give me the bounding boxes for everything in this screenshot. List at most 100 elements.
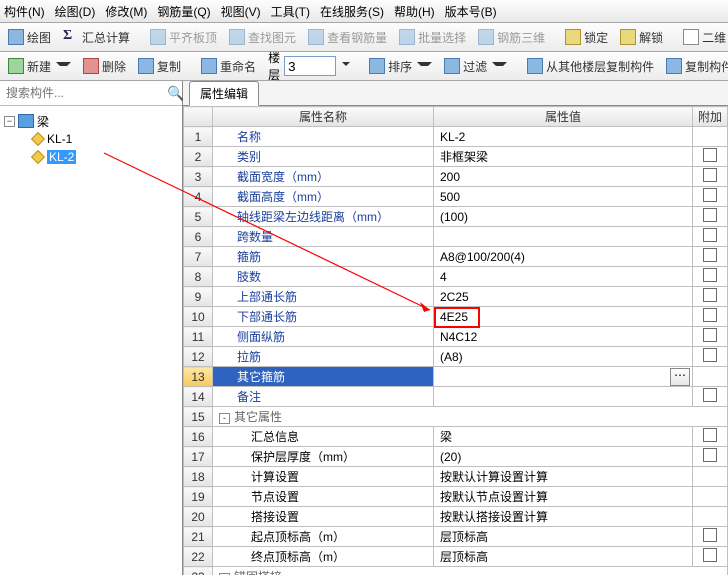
checkbox[interactable] xyxy=(703,388,717,402)
table-row[interactable]: 9上部通长筋2C25 xyxy=(184,287,728,307)
collapse-icon[interactable]: - xyxy=(219,413,230,424)
lock-button[interactable]: 锁定 xyxy=(561,27,612,48)
extra-cell[interactable] xyxy=(693,427,728,447)
floor-input[interactable] xyxy=(284,56,336,76)
row-number[interactable]: 20 xyxy=(184,507,213,527)
row-number[interactable]: 6 xyxy=(184,227,213,247)
header-rownum[interactable] xyxy=(184,107,213,127)
checkbox[interactable] xyxy=(703,308,717,322)
extra-cell[interactable] xyxy=(693,207,728,227)
property-name[interactable]: 汇总信息 xyxy=(213,427,434,447)
header-extra[interactable]: 附加 xyxy=(693,107,728,127)
tree-item-kl2[interactable]: KL-2 xyxy=(2,148,180,166)
checkbox[interactable] xyxy=(703,268,717,282)
property-value[interactable]: 层顶标高 xyxy=(434,527,693,547)
row-number[interactable]: 8 xyxy=(184,267,213,287)
property-value[interactable] xyxy=(434,227,693,247)
property-name[interactable]: 侧面纵筋 xyxy=(213,327,434,347)
property-value[interactable]: 层顶标高 xyxy=(434,547,693,567)
checkbox[interactable] xyxy=(703,148,717,162)
checkbox[interactable] xyxy=(703,428,717,442)
property-name[interactable]: 终点顶标高（m） xyxy=(213,547,434,567)
row-number[interactable]: 4 xyxy=(184,187,213,207)
property-grid[interactable]: 属性名称 属性值 附加 1名称KL-22类别非框架梁3截面宽度（mm）2004截… xyxy=(183,106,728,575)
property-name[interactable]: 名称 xyxy=(213,127,434,147)
property-name[interactable]: 保护层厚度（mm） xyxy=(213,447,434,467)
batch-select-button[interactable]: 批量选择 xyxy=(395,27,470,48)
checkbox[interactable] xyxy=(703,168,717,182)
extra-cell[interactable] xyxy=(693,287,728,307)
row-number[interactable]: 18 xyxy=(184,467,213,487)
extra-cell[interactable] xyxy=(693,267,728,287)
table-row[interactable]: 19节点设置按默认节点设置计算 xyxy=(184,487,728,507)
property-value[interactable]: 2C25 xyxy=(434,287,693,307)
extra-cell[interactable] xyxy=(693,227,728,247)
property-value[interactable]: 200 xyxy=(434,167,693,187)
property-value[interactable]: 按默认搭接设置计算 xyxy=(434,507,693,527)
property-value[interactable]: 500 xyxy=(434,187,693,207)
extra-cell[interactable] xyxy=(693,487,728,507)
property-name[interactable]: 拉筋 xyxy=(213,347,434,367)
property-name[interactable]: 肢数 xyxy=(213,267,434,287)
property-name[interactable]: 轴线距梁左边线距离（mm） xyxy=(213,207,434,227)
extra-cell[interactable] xyxy=(693,167,728,187)
view-rebar-button[interactable]: 查看钢筋量 xyxy=(304,27,391,48)
row-number[interactable]: 23 xyxy=(184,567,213,575)
property-name[interactable]: 其它箍筋 xyxy=(213,367,434,387)
table-row[interactable]: 11侧面纵筋N4C12 xyxy=(184,327,728,347)
checkbox[interactable] xyxy=(703,188,717,202)
extra-cell[interactable] xyxy=(693,547,728,567)
row-number[interactable]: 16 xyxy=(184,427,213,447)
checkbox[interactable] xyxy=(703,288,717,302)
table-row[interactable]: 20搭接设置按默认搭接设置计算 xyxy=(184,507,728,527)
checkbox[interactable] xyxy=(703,348,717,362)
property-name[interactable]: 节点设置 xyxy=(213,487,434,507)
floor-dropdown-icon[interactable] xyxy=(342,62,350,70)
table-row[interactable]: 23+锚固搭接 xyxy=(184,567,728,575)
menu-help[interactable]: 帮助(H) xyxy=(394,3,435,20)
menu-rebar[interactable]: 钢筋量(Q) xyxy=(157,3,210,20)
extra-cell[interactable] xyxy=(693,387,728,407)
row-number[interactable]: 17 xyxy=(184,447,213,467)
rename-button[interactable]: 重命名 xyxy=(197,56,260,77)
checkbox[interactable] xyxy=(703,208,717,222)
row-number[interactable]: 22 xyxy=(184,547,213,567)
property-value[interactable]: (20) xyxy=(434,447,693,467)
tab-property-edit[interactable]: 属性编辑 xyxy=(189,81,259,106)
table-row[interactable]: 4截面高度（mm）500 xyxy=(184,187,728,207)
property-value[interactable]: 梁 xyxy=(434,427,693,447)
property-name[interactable]: 搭接设置 xyxy=(213,507,434,527)
menu-tools[interactable]: 工具(T) xyxy=(271,3,310,20)
row-number[interactable]: 19 xyxy=(184,487,213,507)
extra-cell[interactable] xyxy=(693,127,728,147)
tree-item-kl1[interactable]: KL-1 xyxy=(2,130,180,148)
property-name[interactable]: 下部通长筋 xyxy=(213,307,434,327)
row-number[interactable]: 11 xyxy=(184,327,213,347)
property-value[interactable]: (A8) xyxy=(434,347,693,367)
row-number[interactable]: 5 xyxy=(184,207,213,227)
property-name[interactable]: 跨数量 xyxy=(213,227,434,247)
menu-version[interactable]: 版本号(B) xyxy=(445,3,497,20)
extra-cell[interactable] xyxy=(693,467,728,487)
property-name[interactable]: 备注 xyxy=(213,387,434,407)
extra-cell[interactable] xyxy=(693,187,728,207)
row-number[interactable]: 13 xyxy=(184,367,213,387)
table-row[interactable]: 18计算设置按默认计算设置计算 xyxy=(184,467,728,487)
property-name[interactable]: 上部通长筋 xyxy=(213,287,434,307)
tree-root[interactable]: − 梁 xyxy=(2,112,180,130)
checkbox[interactable] xyxy=(703,548,717,562)
table-row[interactable]: 22终点顶标高（m）层顶标高 xyxy=(184,547,728,567)
draw-button[interactable]: 绘图 xyxy=(4,27,55,48)
table-row[interactable]: 5轴线距梁左边线距离（mm）(100) xyxy=(184,207,728,227)
checkbox[interactable] xyxy=(703,328,717,342)
table-row[interactable]: 7箍筋A8@100/200(4) xyxy=(184,247,728,267)
row-number[interactable]: 21 xyxy=(184,527,213,547)
collapse-icon[interactable]: − xyxy=(4,116,15,127)
menu-view[interactable]: 视图(V) xyxy=(221,3,261,20)
table-row[interactable]: 14备注 xyxy=(184,387,728,407)
table-row[interactable]: 12拉筋(A8) xyxy=(184,347,728,367)
table-row[interactable]: 17保护层厚度（mm）(20) xyxy=(184,447,728,467)
search-input[interactable] xyxy=(0,86,167,100)
extra-cell[interactable] xyxy=(693,527,728,547)
extra-cell[interactable] xyxy=(693,307,728,327)
